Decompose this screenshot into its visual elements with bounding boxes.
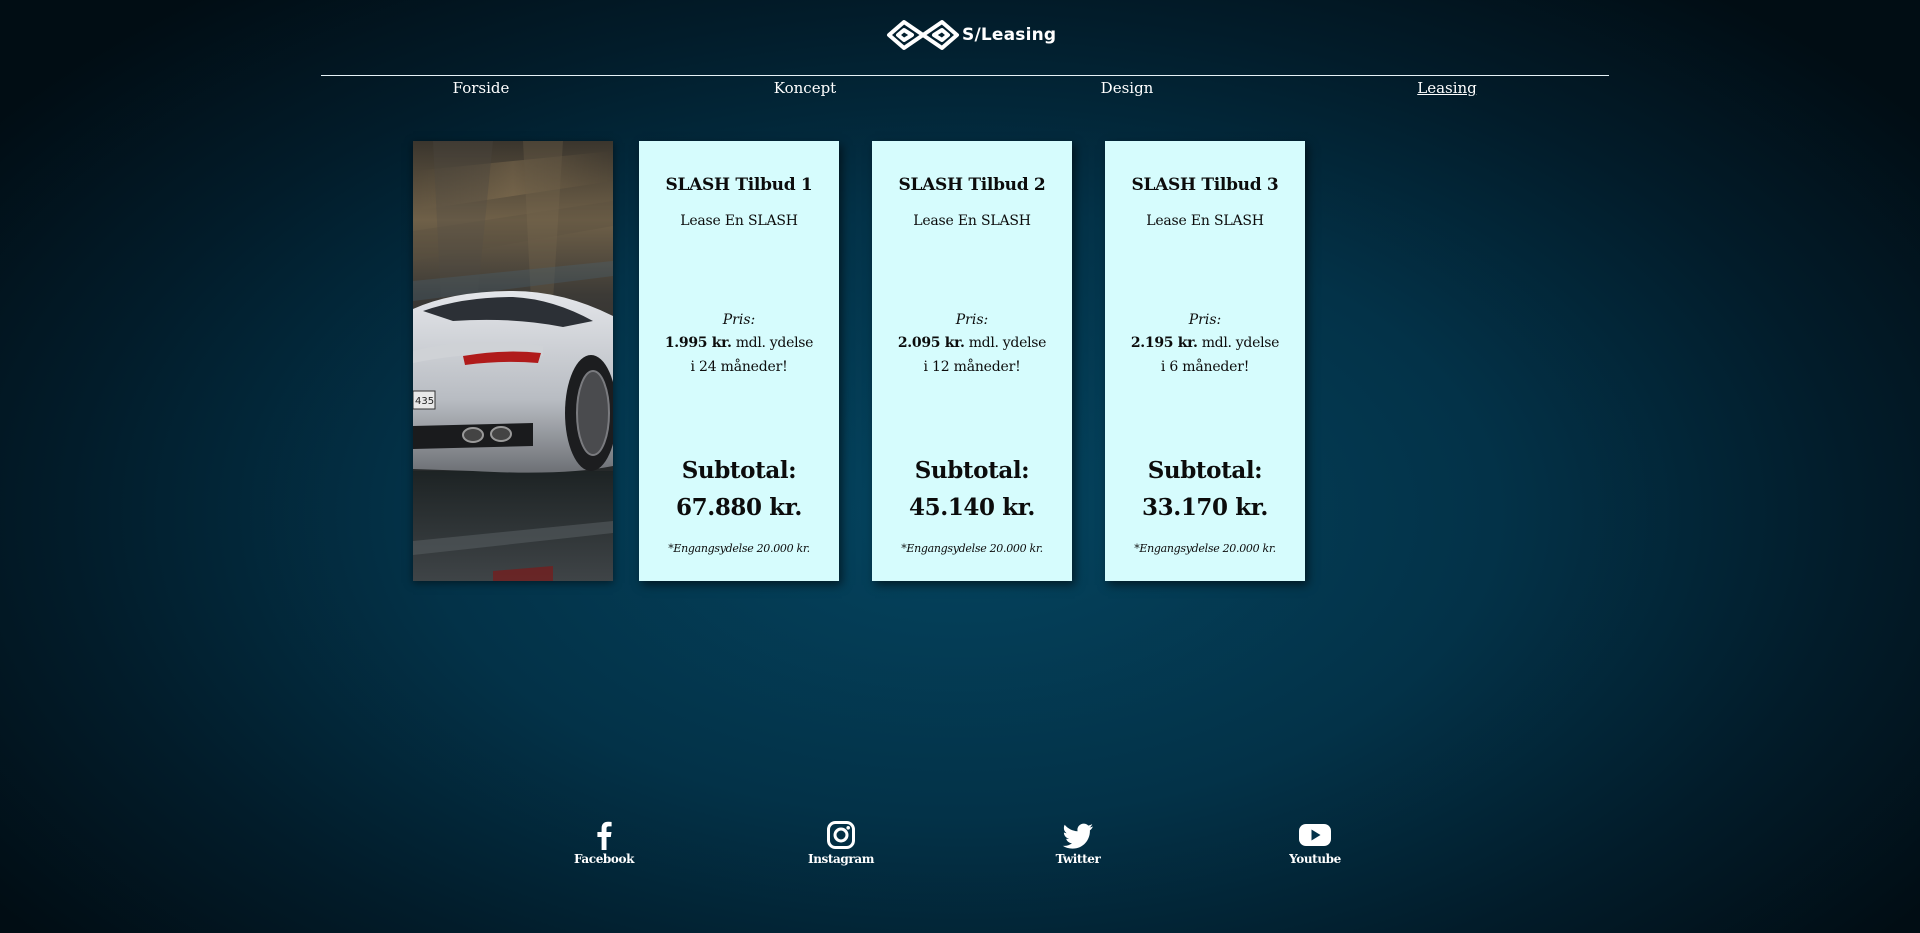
site-logo[interactable]: S/Leasing [886, 18, 1056, 52]
social-link-youtube[interactable]: Youtube [1270, 820, 1360, 866]
offer-subtitle: Lease En SLASH [913, 213, 1031, 229]
down-payment-note: *Engangsydelse 20.000 kr. [1134, 542, 1276, 555]
subtotal-label: Subtotal: [914, 457, 1030, 484]
nav-item-forside[interactable]: Forside [453, 79, 510, 97]
social-link-facebook[interactable]: Facebook [559, 820, 649, 866]
youtube-icon [1299, 824, 1331, 846]
down-payment-note: *Engangsydelse 20.000 kr. [668, 542, 810, 555]
social-label: Youtube [1289, 852, 1341, 866]
social-label: Instagram [808, 852, 874, 866]
nav-divider [321, 75, 1609, 76]
lease-duration: i 12 måneder! [923, 359, 1021, 375]
social-link-twitter[interactable]: Twitter [1033, 820, 1123, 866]
price-label: Pris: [722, 312, 756, 328]
logo-text: S/Leasing [962, 25, 1057, 45]
subtotal-label: Subtotal: [1147, 457, 1263, 484]
social-label: Facebook [573, 852, 635, 866]
subtotal-value: 67.880 kr. [676, 494, 802, 521]
lease-duration: i 6 måneder! [1160, 359, 1250, 375]
offer-card-3[interactable]: SLASH Tilbud 3 Lease En SLASH Pris: 2.19… [1105, 141, 1305, 581]
lease-duration: i 24 måneder! [690, 359, 788, 375]
offer-subtitle: Lease En SLASH [680, 213, 798, 229]
svg-text:435: 435 [415, 396, 434, 407]
down-payment-note: *Engangsydelse 20.000 kr. [901, 542, 1043, 555]
social-link-instagram[interactable]: Instagram [796, 820, 886, 866]
offer-title: SLASH Tilbud 1 [665, 175, 813, 195]
monthly-price: 2.095 kr. mdl. ydelse [872, 335, 1072, 351]
subtotal-label: Subtotal: [681, 457, 797, 484]
car-image: 435 [413, 141, 613, 581]
monthly-price: 1.995 kr. mdl. ydelse [639, 335, 839, 351]
nav-item-koncept[interactable]: Koncept [774, 79, 836, 97]
price-amount: 2.095 kr. [897, 335, 965, 351]
offer-title: SLASH Tilbud 3 [1131, 175, 1279, 195]
subtotal-value: 33.170 kr. [1142, 494, 1268, 521]
price-suffix: mdl. ydelse [1197, 335, 1280, 351]
price-label: Pris: [955, 312, 989, 328]
offer-card-1[interactable]: SLASH Tilbud 1 Lease En SLASH Pris: 1.99… [639, 141, 839, 581]
nav-item-design[interactable]: Design [1101, 79, 1154, 97]
price-amount: 2.195 kr. [1130, 335, 1198, 351]
nav-item-leasing[interactable]: Leasing [1417, 79, 1477, 97]
subtotal-value: 45.140 kr. [909, 494, 1035, 521]
price-suffix: mdl. ydelse [731, 335, 814, 351]
monthly-price: 2.195 kr. mdl. ydelse [1105, 335, 1305, 351]
facebook-icon [597, 821, 612, 850]
main-nav: Forside Koncept Design Leasing [321, 79, 1609, 101]
price-amount: 1.995 kr. [664, 335, 732, 351]
offer-card-2[interactable]: SLASH Tilbud 2 Lease En SLASH Pris: 2.09… [872, 141, 1072, 581]
price-label: Pris: [1188, 312, 1222, 328]
social-label: Twitter [1055, 852, 1101, 866]
instagram-icon [827, 821, 855, 849]
twitter-icon [1062, 823, 1093, 849]
price-suffix: mdl. ydelse [964, 335, 1047, 351]
infinity-logo-icon [887, 20, 959, 50]
offer-title: SLASH Tilbud 2 [898, 175, 1046, 195]
offer-subtitle: Lease En SLASH [1146, 213, 1264, 229]
